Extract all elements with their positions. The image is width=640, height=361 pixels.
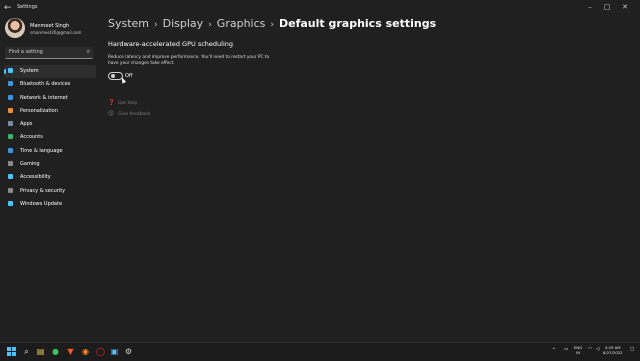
user-email: smanmeet20@gmail.com	[30, 30, 82, 35]
sidebar-item-time-language[interactable]: Time & language	[4, 145, 96, 158]
brave-icon[interactable]: ▼	[65, 346, 76, 357]
shield-icon	[8, 187, 13, 193]
section-description: Reduce latency and improve performance. …	[108, 55, 270, 66]
search-icon: ⌕	[86, 48, 90, 55]
search-icon[interactable]: ⌕	[21, 346, 32, 357]
start-icon[interactable]	[7, 347, 16, 356]
sidebar-item-accessibility[interactable]: Accessibility	[4, 171, 96, 184]
breadcrumb-separator: ›	[270, 20, 274, 30]
firefox-icon[interactable]: ◉	[80, 346, 91, 357]
bluetooth-icon	[8, 81, 13, 87]
feedback-icon: ☺	[108, 111, 114, 117]
section-title: Hardware-accelerated GPU scheduling	[108, 40, 234, 48]
page-title: Default graphics settings	[278, 17, 437, 30]
sidebar-item-label: Gaming	[20, 161, 40, 168]
sidebar-item-label: Privacy & security	[20, 187, 66, 194]
sidebar-nav: System Bluetooth & devices Network & inter…	[4, 65, 96, 211]
apps-icon	[8, 121, 13, 127]
toggle-knob	[110, 74, 115, 78]
sidebar-item-accounts[interactable]: Accounts	[4, 131, 96, 144]
sidebar-item-personalization[interactable]: Personalization	[4, 105, 96, 118]
sidebar-item-label: Accounts	[20, 134, 43, 141]
person-icon	[8, 134, 13, 140]
display-icon	[8, 68, 13, 73]
sidebar-item-label: Apps	[20, 121, 33, 128]
clock-date: 8/27/2022	[603, 349, 623, 355]
title-bar: ← Settings – □ ✕	[0, 0, 640, 16]
sidebar-item-label: Accessibility	[20, 174, 51, 181]
chrome-icon[interactable]: ●	[50, 346, 61, 357]
user-name: Manmeet Singh	[30, 23, 70, 29]
breadcrumb-separator: ›	[208, 20, 212, 30]
language-indicator[interactable]: ENG IN	[574, 345, 582, 355]
controller-icon	[8, 161, 13, 167]
wifi-icon	[8, 94, 13, 100]
wifi-icon[interactable]: ◠	[588, 347, 592, 352]
update-icon	[8, 200, 13, 206]
file-explorer-icon[interactable]: ▤	[35, 346, 46, 357]
breadcrumb-graphics[interactable]: Graphics	[217, 17, 266, 30]
sidebar-item-bluetooth-devices[interactable]: Bluetooth & devices	[4, 78, 96, 91]
breadcrumb-display[interactable]: Display	[163, 17, 204, 30]
sidebar-item-label: Bluetooth & devices	[20, 81, 71, 88]
maximize-button[interactable]: □	[600, 2, 614, 12]
avatar	[5, 18, 25, 38]
sidebar-item-label: Time & language	[20, 147, 63, 154]
sidebar-item-windows-update[interactable]: Windows Update	[4, 198, 96, 211]
globe-icon	[8, 147, 13, 153]
get-help-label: Get help	[118, 101, 138, 106]
sidebar-item-label: Windows Update	[20, 200, 63, 207]
breadcrumb-separator: ›	[154, 20, 158, 30]
tray-chevron-icon[interactable]: ^	[552, 348, 556, 353]
user-profile[interactable]: Manmeet Singh smanmeet20@gmail.com	[5, 18, 105, 40]
sidebar-item-label: System	[20, 68, 39, 74]
sidebar-item-apps[interactable]: Apps	[4, 118, 96, 131]
language-region: IN	[576, 349, 581, 355]
sidebar-item-system[interactable]: System	[4, 65, 96, 79]
app-title: Settings	[17, 4, 38, 10]
search-input[interactable]: Find a setting ⌕	[5, 47, 93, 59]
help-icon: ❓	[108, 100, 115, 106]
store-icon[interactable]: ▣	[109, 346, 120, 357]
clock[interactable]: 4:29 AM 8/27/2022	[603, 345, 623, 355]
sidebar-item-privacy-security[interactable]: Privacy & security	[4, 185, 96, 198]
search-placeholder: Find a setting	[9, 49, 43, 55]
breadcrumb-system[interactable]: System	[108, 17, 149, 30]
brush-icon	[8, 107, 13, 113]
toggle-state-label: Off	[125, 73, 133, 79]
taskbar: ⌕ ▤ ● ▼ ◉ ◯ ▣ ⚙ ^ ▭ ENG IN ◠ ◁ 4:29 AM 8…	[0, 342, 640, 361]
opera-icon[interactable]: ◯	[95, 346, 106, 357]
sidebar-item-gaming[interactable]: Gaming	[4, 158, 96, 171]
accessibility-icon	[8, 174, 13, 180]
sidebar-item-label: Personalization	[20, 107, 58, 114]
close-button[interactable]: ✕	[618, 2, 632, 12]
settings-icon[interactable]: ⚙	[123, 346, 134, 357]
sidebar-item-network-internet[interactable]: Network & internet	[4, 92, 96, 105]
minimize-button[interactable]: –	[583, 2, 597, 12]
network-icon[interactable]: ▭	[564, 347, 568, 352]
notifications-icon[interactable]: □	[630, 347, 634, 352]
sidebar-item-label: Network & internet	[20, 94, 68, 101]
volume-icon[interactable]: ◁	[596, 347, 599, 352]
breadcrumb: System › Display › Graphics › Default graphics…	[108, 17, 436, 33]
give-feedback-label: Give feedback	[118, 112, 151, 117]
back-arrow-icon[interactable]: ←	[4, 3, 12, 13]
